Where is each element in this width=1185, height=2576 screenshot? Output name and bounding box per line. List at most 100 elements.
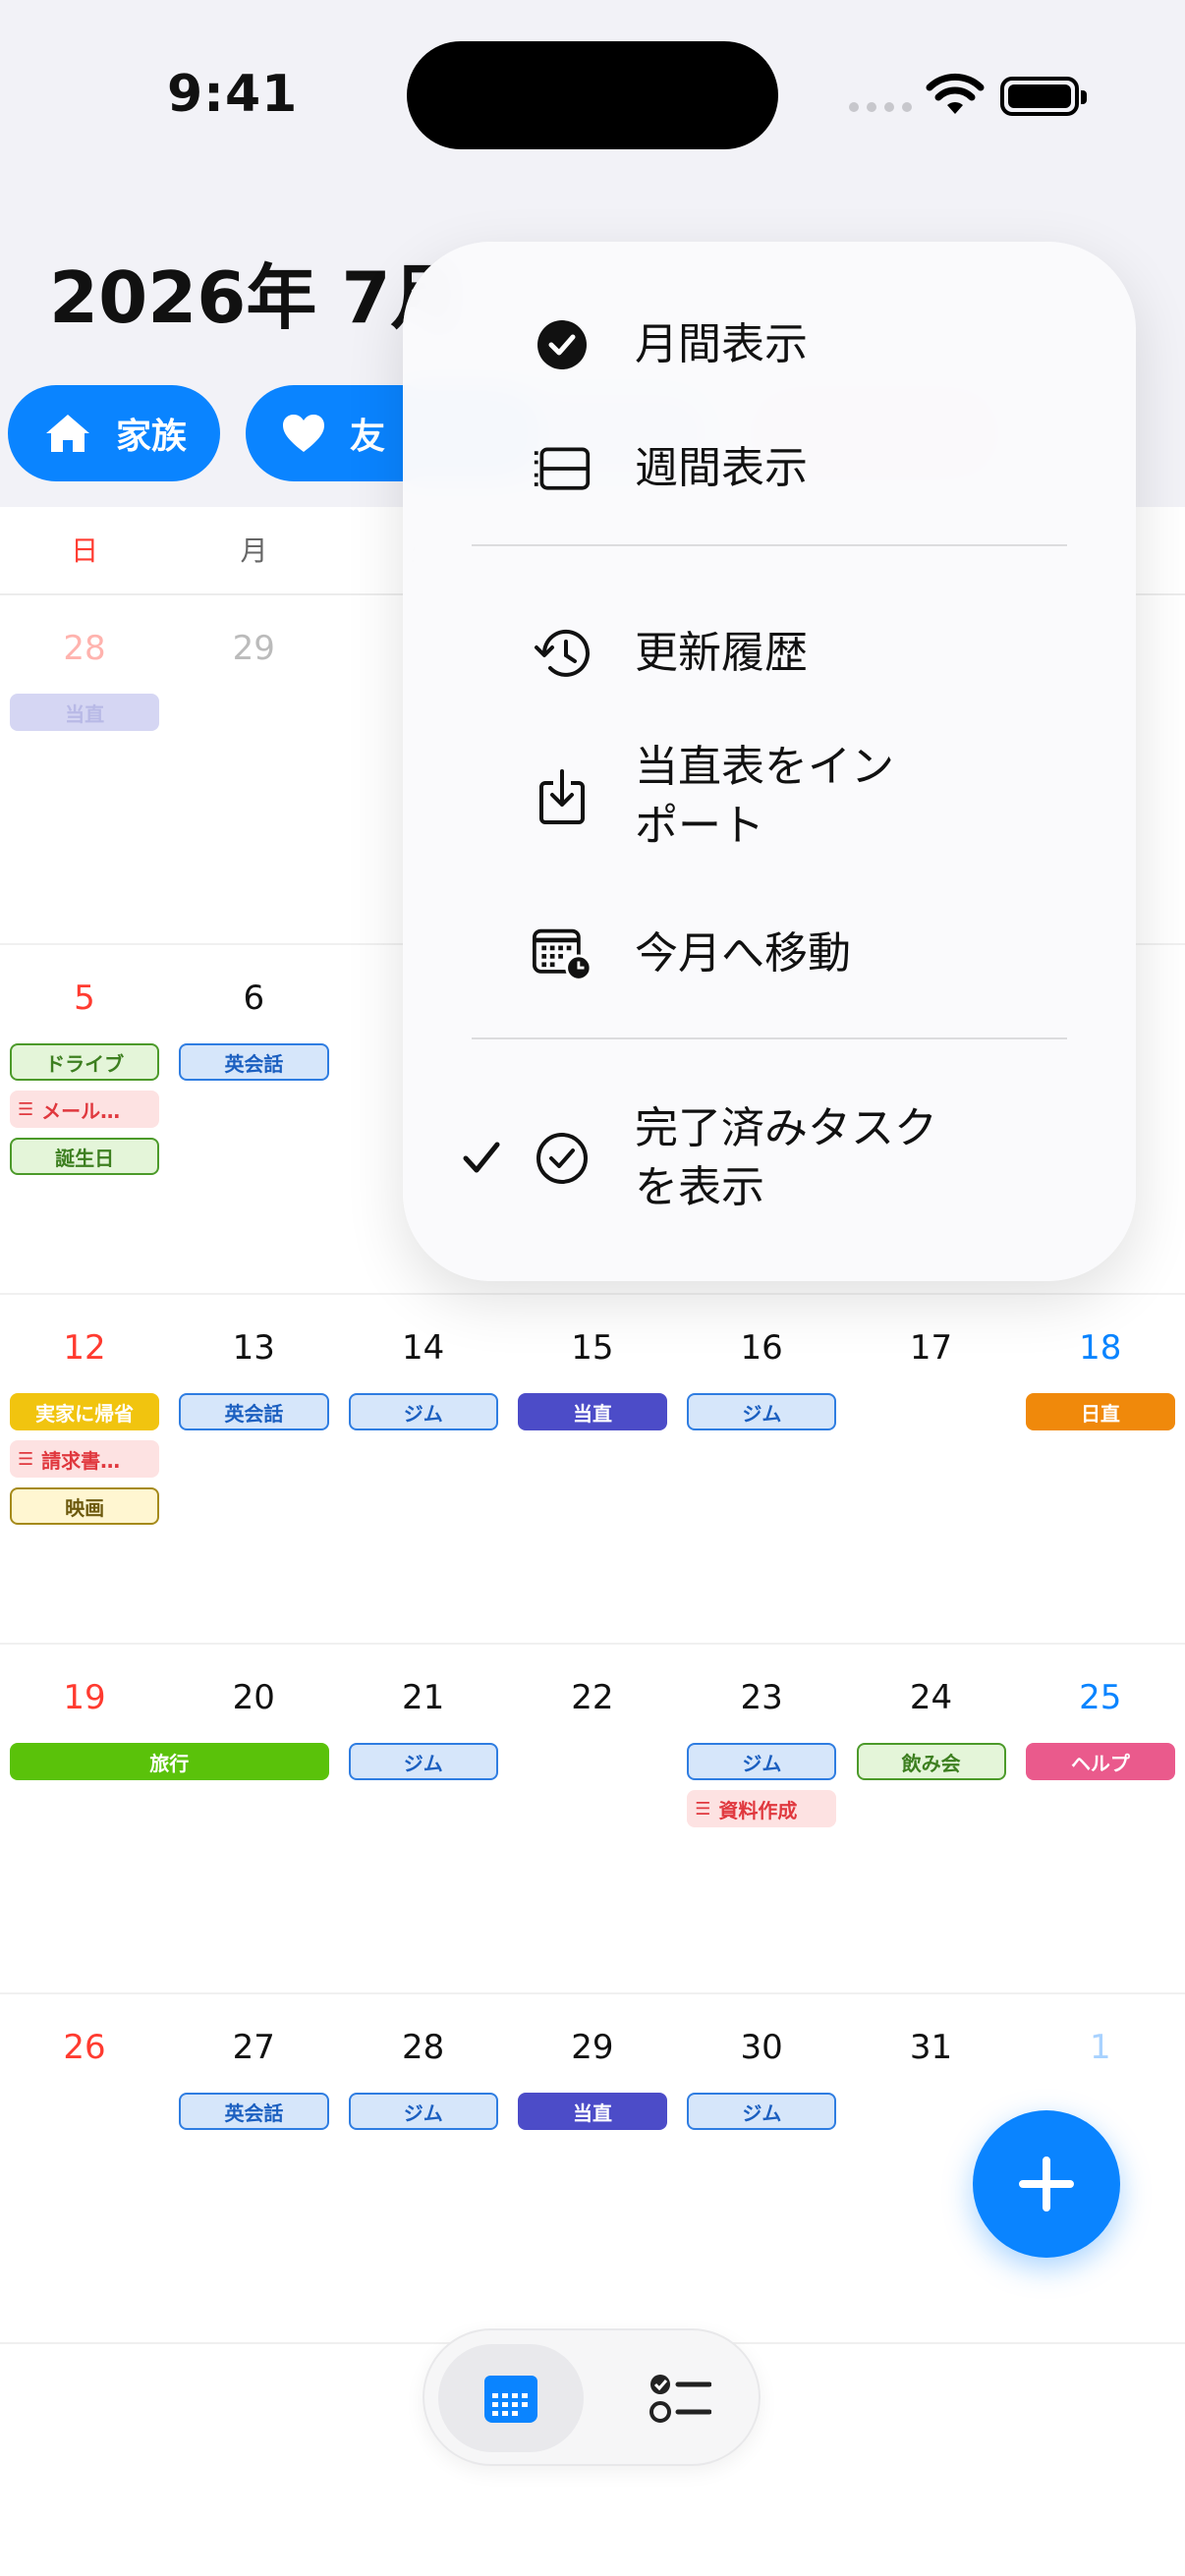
task-chip[interactable]: ☰ メール… [10, 1091, 160, 1128]
day-number[interactable]: 1 [1016, 2028, 1185, 2067]
event-label: ジム [742, 1751, 782, 1775]
plus-icon [1019, 2156, 1074, 2212]
event-chip[interactable]: ジム [348, 1743, 498, 1780]
event-chip[interactable]: ジム [348, 1393, 498, 1430]
menu-item-import-duty[interactable]: 当直表をイン ポート [403, 733, 1136, 861]
event-chip[interactable]: 当直 [517, 1393, 668, 1430]
house-icon [46, 415, 89, 452]
event-chip[interactable]: ジム [687, 1393, 837, 1430]
day-number[interactable]: 27 [169, 2028, 338, 2067]
check-circle-icon [533, 1129, 592, 1188]
menu-separator [472, 544, 1067, 546]
event-chip[interactable]: 当直 [10, 694, 160, 731]
menu-item-month-view[interactable]: 月間表示 [403, 301, 1136, 389]
dynamic-island [407, 41, 778, 149]
event-chip[interactable]: 英会話 [179, 2093, 329, 2130]
event-chip[interactable]: ジム [687, 2093, 837, 2130]
menu-item-label: 更新履歴 [635, 628, 808, 678]
menu-item-label: 月間表示 [635, 319, 808, 369]
event-chip[interactable]: 英会話 [179, 1393, 329, 1430]
day-number[interactable]: 28 [0, 629, 169, 668]
event-chip[interactable]: 英会話 [179, 1043, 329, 1081]
day-number[interactable]: 14 [339, 1328, 508, 1368]
event-chip[interactable]: 飲み会 [856, 1743, 1006, 1780]
day-number[interactable]: 20 [169, 1678, 338, 1717]
weekday-label: 日 [71, 534, 99, 567]
menu-item-week-view[interactable]: 週間表示 [403, 424, 1136, 513]
event-chip[interactable]: ドライブ [10, 1043, 160, 1081]
tab-tasks[interactable] [621, 2344, 739, 2452]
day-number[interactable]: 31 [847, 2028, 1016, 2067]
menu-item-label: 当直表をイン ポート [635, 742, 894, 851]
status-time: 9:41 [167, 65, 299, 124]
week-view-icon [533, 439, 592, 498]
history-icon [533, 624, 592, 683]
day-number[interactable]: 28 [339, 2028, 508, 2067]
event-chip[interactable]: ジム [348, 2093, 498, 2130]
day-number[interactable]: 16 [677, 1328, 846, 1368]
add-event-button[interactable] [973, 2110, 1120, 2258]
event-label: 旅行 [149, 1751, 190, 1775]
task-chip[interactable]: ☰ 資料作成 [687, 1790, 837, 1827]
event-chip[interactable]: ヘルプ [1025, 1743, 1176, 1780]
cellular-signal-icon [849, 102, 912, 112]
day-number[interactable]: 5 [0, 979, 169, 1018]
event-label: 資料作成 [718, 1798, 798, 1822]
checklist-icon: ☰ [695, 1798, 711, 1820]
day-number[interactable]: 17 [847, 1328, 1016, 1368]
event-label: 英会話 [224, 2100, 284, 2125]
event-chip[interactable]: 誕生日 [10, 1138, 160, 1175]
chip-label: 友 [350, 417, 386, 457]
day-number[interactable]: 18 [1016, 1328, 1185, 1368]
menu-item-history[interactable]: 更新履歴 [403, 609, 1136, 698]
event-chip[interactable]: 当直 [517, 2093, 668, 2130]
event-label: 当直 [573, 2100, 613, 2125]
event-label: メール… [41, 1098, 121, 1123]
event-label: 当直 [573, 1401, 613, 1426]
menu-item-go-this-month[interactable]: 今月へ移動 [403, 910, 1136, 998]
menu-item-label: 完了済みタスク を表示 [635, 1103, 937, 1212]
event-label: 請求書… [41, 1448, 121, 1473]
event-label: 当直 [65, 701, 105, 726]
calendar-week-row: 19 20 21 22 23 24 25 旅行 ジム ジム 飲み会 ヘルプ ☰ 資料作成 [0, 1645, 1185, 1994]
event-chip[interactable]: 旅行 [10, 1743, 329, 1780]
event-label: 英会話 [224, 1051, 284, 1076]
day-number[interactable]: 29 [508, 2028, 677, 2067]
day-number[interactable]: 21 [339, 1678, 508, 1717]
event-label: 日直 [1080, 1401, 1120, 1426]
event-label: 誕生日 [55, 1146, 115, 1170]
menu-item-show-completed[interactable]: 完了済みタスク を表示 [403, 1094, 1136, 1222]
tab-calendar[interactable] [438, 2344, 584, 2452]
menu-separator [472, 1037, 1067, 1039]
filter-chip-family[interactable]: 家族 [8, 385, 221, 481]
checklist-icon [649, 2375, 711, 2423]
month-title: 2026年 7月 [49, 256, 462, 339]
event-label: ジム [403, 2100, 443, 2125]
event-chip[interactable]: 映画 [10, 1487, 160, 1525]
tab-bar [423, 2328, 761, 2466]
task-chip[interactable]: ☰ 請求書… [10, 1440, 160, 1478]
event-label: ジム [403, 1751, 443, 1775]
menu-item-label: 週間表示 [635, 443, 808, 493]
day-number[interactable]: 19 [0, 1678, 169, 1717]
event-label: ドライブ [45, 1051, 125, 1076]
day-number[interactable]: 23 [677, 1678, 846, 1717]
day-number[interactable]: 25 [1016, 1678, 1185, 1717]
event-chip[interactable]: 日直 [1025, 1393, 1176, 1430]
event-label: ジム [742, 2100, 782, 2125]
day-number[interactable]: 15 [508, 1328, 677, 1368]
event-chip[interactable]: ジム [687, 1743, 837, 1780]
day-number[interactable]: 29 [169, 629, 338, 668]
day-number[interactable]: 30 [677, 2028, 846, 2067]
day-number[interactable]: 22 [508, 1678, 677, 1717]
day-number[interactable]: 13 [169, 1328, 338, 1368]
view-options-menu: 月間表示 週間表示 更新履歴 当直表をイン ポート 今月へ移動 完了済みタスク … [403, 242, 1136, 1281]
event-label: ジム [403, 1401, 443, 1426]
event-label: 実家に帰省 [35, 1401, 135, 1426]
day-number[interactable]: 12 [0, 1328, 169, 1368]
day-number[interactable]: 26 [0, 2028, 169, 2067]
checklist-icon: ☰ [18, 1448, 34, 1470]
event-chip[interactable]: 実家に帰省 [10, 1393, 160, 1430]
day-number[interactable]: 6 [169, 979, 338, 1018]
day-number[interactable]: 24 [847, 1678, 1016, 1717]
